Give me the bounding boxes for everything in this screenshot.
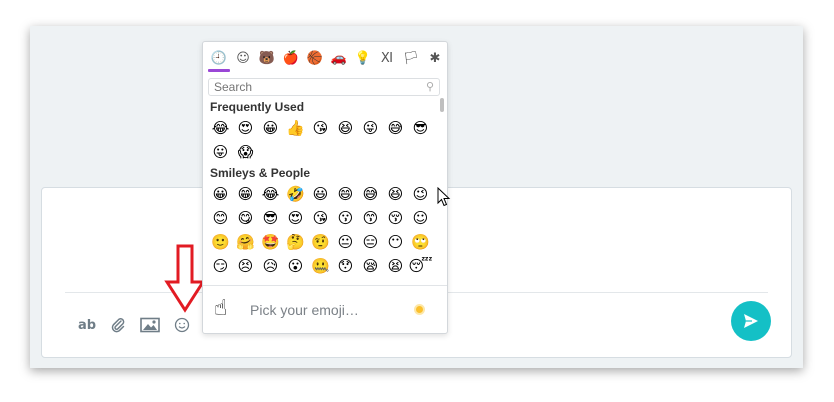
- emoji-button[interactable]: 😂: [258, 182, 283, 206]
- emoji-button[interactable]: 😍: [283, 206, 308, 230]
- symbols-category-tab[interactable]: Ⅺ: [375, 46, 399, 70]
- emoji-picker: 🕘 ☺ 🐻 🍎 🏀 🚗 💡 Ⅺ 🏳 ✱ ⚲ Frequently Used 😂😍…: [202, 41, 448, 334]
- emoji-preview-footer: ☝ Pick your emoji…: [203, 285, 447, 334]
- food-category-tab[interactable]: 🍎: [279, 46, 303, 70]
- emoji-button[interactable]: 😪: [358, 254, 383, 278]
- emoji-button[interactable]: 😉: [408, 182, 433, 206]
- emoji-button[interactable]: 😎: [258, 206, 283, 230]
- emoji-button[interactable]: 😜: [358, 116, 383, 140]
- emoji-button[interactable]: 🙄: [408, 230, 433, 254]
- travel-category-tab[interactable]: 🚗: [327, 46, 351, 70]
- smiley-icon[interactable]: [174, 317, 190, 333]
- smileys-emoji-grid: 😀 😁 😂 🤣 😃 😄 😅 😆 😉 😊 😋 😎 😍 😘 😗 😙 😚 ☺ 🙂 🤗 🤩 🤔 🤨 😐 😑 😶 🙄 😏 😣 😥 😮 🤐 😯 😪 😫 😴: [203, 182, 435, 278]
- emoji-button[interactable]: 😙: [358, 206, 383, 230]
- emoji-button[interactable]: 😆: [333, 116, 358, 140]
- emoji-button[interactable]: 😋: [233, 206, 258, 230]
- emoji-button[interactable]: 😮: [283, 254, 308, 278]
- emoji-button[interactable]: 🤩: [258, 230, 283, 254]
- emoji-list-scrollbar[interactable]: [440, 98, 444, 112]
- emoji-button[interactable]: 🙂: [208, 230, 233, 254]
- emoji-button[interactable]: 😫: [383, 254, 408, 278]
- emoji-button[interactable]: 😅: [358, 182, 383, 206]
- emoji-button[interactable]: 😘: [308, 116, 333, 140]
- emoji-button[interactable]: 😀: [258, 116, 283, 140]
- emoji-button[interactable]: 🤨: [308, 230, 333, 254]
- activity-category-tab[interactable]: 🏀: [303, 46, 327, 70]
- section-title-smileys: Smileys & People: [210, 166, 311, 180]
- send-button[interactable]: [731, 301, 771, 341]
- emoji-button[interactable]: 😆: [383, 182, 408, 206]
- flags-category-tab[interactable]: 🏳: [399, 46, 423, 70]
- emoji-button[interactable]: 😅: [383, 116, 408, 140]
- emoji-button[interactable]: 😄: [333, 182, 358, 206]
- emoji-button[interactable]: 😗: [333, 206, 358, 230]
- frequent-emoji-grid: 😂 😍 😀 👍 😘 😆 😜 😅 😎 😛 😱: [203, 116, 435, 164]
- emoji-button[interactable]: 😯: [333, 254, 358, 278]
- emoji-button[interactable]: 🤣: [283, 182, 308, 206]
- emoji-button[interactable]: 😶: [383, 230, 408, 254]
- emoji-search: ⚲: [208, 78, 440, 96]
- paperclip-icon[interactable]: [110, 317, 126, 333]
- emoji-button[interactable]: 😣: [233, 254, 258, 278]
- active-category-indicator: [208, 69, 230, 72]
- emoji-button[interactable]: 😊: [208, 206, 233, 230]
- emoji-button[interactable]: ☺: [408, 206, 433, 230]
- animals-category-tab[interactable]: 🐻: [255, 46, 279, 70]
- image-icon[interactable]: [140, 317, 160, 333]
- emoji-button[interactable]: 😛: [208, 140, 233, 164]
- emoji-button[interactable]: 😎: [408, 116, 433, 140]
- emoji-button[interactable]: 🤐: [308, 254, 333, 278]
- emoji-button[interactable]: 🤔: [283, 230, 308, 254]
- emoji-button[interactable]: 😑: [358, 230, 383, 254]
- emoji-button[interactable]: 😥: [258, 254, 283, 278]
- preview-hint-text: Pick your emoji…: [250, 302, 359, 318]
- emoji-button[interactable]: 😱: [233, 140, 258, 164]
- composer-toolbar: ab: [78, 317, 190, 333]
- down-arrow-annotation: [164, 244, 206, 313]
- skin-tone-selector[interactable]: [414, 304, 425, 315]
- emoji-button[interactable]: 👍: [283, 116, 308, 140]
- emoji-button[interactable]: 😀: [208, 182, 233, 206]
- emoji-category-bar: 🕘 ☺ 🐻 🍎 🏀 🚗 💡 Ⅺ 🏳 ✱: [207, 46, 447, 70]
- smileys-category-tab[interactable]: ☺: [231, 46, 255, 70]
- custom-category-tab[interactable]: ✱: [423, 46, 447, 70]
- send-icon: [744, 314, 758, 328]
- section-title-frequent: Frequently Used: [210, 100, 305, 114]
- emoji-button[interactable]: 😍: [233, 116, 258, 140]
- mouse-cursor-icon: [437, 187, 451, 207]
- search-icon: ⚲: [425, 80, 434, 93]
- emoji-button[interactable]: 😂: [208, 116, 233, 140]
- objects-category-tab[interactable]: 💡: [351, 46, 375, 70]
- emoji-button[interactable]: 😘: [308, 206, 333, 230]
- emoji-button[interactable]: 🤗: [233, 230, 258, 254]
- emoji-list[interactable]: Frequently Used 😂 😍 😀 👍 😘 😆 😜 😅 😎 😛 😱 Smileys & Pe…: [203, 98, 435, 284]
- emoji-button[interactable]: 😁: [233, 182, 258, 206]
- emoji-button[interactable]: 😏: [208, 254, 233, 278]
- emoji-button[interactable]: 😃: [308, 182, 333, 206]
- emoji-search-input[interactable]: [209, 79, 416, 95]
- recent-category-tab[interactable]: 🕘: [207, 46, 231, 70]
- emoji-button[interactable]: 😚: [383, 206, 408, 230]
- format-text-button[interactable]: ab: [78, 318, 96, 333]
- preview-emoji: ☝: [214, 296, 228, 321]
- emoji-button[interactable]: 😴: [408, 254, 433, 278]
- emoji-button[interactable]: 😐: [333, 230, 358, 254]
